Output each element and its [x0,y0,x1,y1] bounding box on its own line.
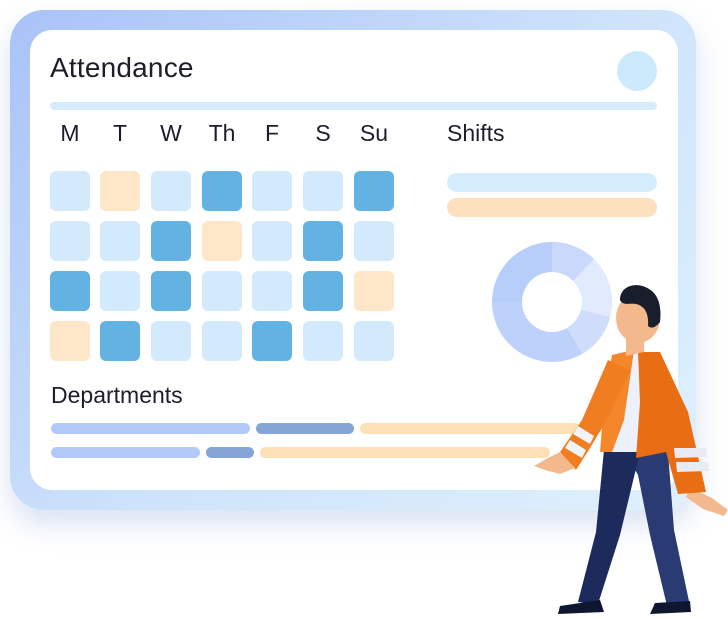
walking-person-illustration [534,285,728,614]
